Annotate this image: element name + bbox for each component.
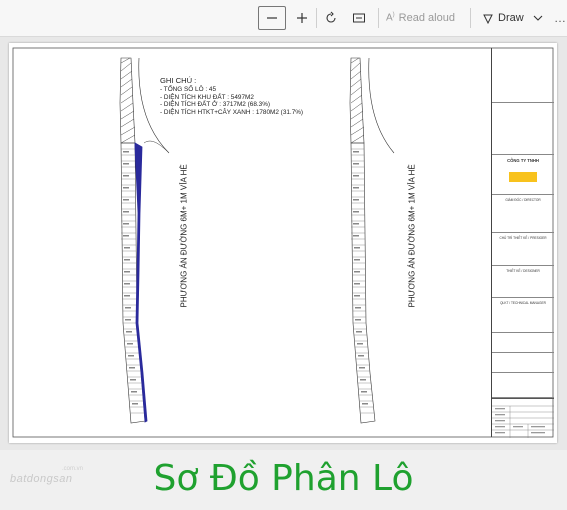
- right-lot-strip: [350, 142, 376, 424]
- drawing-sheet: GHI CHÚ : - TỔNG SỐ LÔ : 45 - DIỆN TÍCH …: [9, 43, 557, 443]
- title-block-row: [492, 103, 554, 155]
- read-aloud-label: Read aloud: [398, 12, 455, 24]
- title-block-row: [492, 48, 554, 103]
- title-block-row: [492, 333, 554, 353]
- drawing-legend: [492, 398, 554, 438]
- minus-icon: [267, 17, 277, 19]
- title-block-row: [492, 353, 554, 373]
- caption-title: Sơ Đồ Phân Lô: [153, 458, 414, 499]
- rotate-icon: [326, 11, 336, 23]
- left-road-outline: [134, 142, 148, 423]
- title-block-row: [492, 233, 554, 266]
- chevron-down-icon: [533, 15, 543, 21]
- toolbar-divider: [378, 8, 379, 28]
- plus-icon: [297, 13, 307, 23]
- fit-page-icon: [353, 13, 365, 23]
- left-hatched-strip: [119, 57, 136, 144]
- document-viewport[interactable]: GHI CHÚ : - TỔNG SỐ LÔ : 45 - DIỆN TÍCH …: [0, 37, 567, 450]
- notes-line: - TỔNG SỐ LÔ : 45: [160, 85, 216, 93]
- read-aloud-button[interactable]: A) Read aloud: [386, 6, 462, 30]
- zoom-in-button[interactable]: [290, 6, 314, 30]
- title-block-row: [492, 373, 554, 398]
- title-block-row: [492, 195, 554, 233]
- title-block-row: [492, 266, 554, 298]
- title-block-row: [492, 298, 554, 333]
- draw-label: Draw: [498, 12, 524, 24]
- title-block: CÔNG TY TNHH GIÁM ĐỐC / DIRECTOR CHỦ TRÌ…: [491, 48, 554, 438]
- fit-page-button[interactable]: [348, 6, 370, 30]
- draw-pen-icon: [483, 14, 493, 24]
- pdf-toolbar: A) Read aloud Draw …: [0, 0, 567, 37]
- draw-options-button[interactable]: [532, 6, 544, 30]
- notes-line: - DIỆN TÍCH HTKT+CÂY XANH : 1780M2 (31.7…: [160, 109, 304, 117]
- more-options-button[interactable]: …: [553, 6, 567, 30]
- right-hatched-strip: [349, 57, 365, 144]
- road-label-right: PHƯƠNG ÁN ĐƯỜNG 6M+ 1M VỈA HÈ: [407, 164, 417, 308]
- rotate-button[interactable]: [320, 6, 342, 30]
- toolbar-divider: [316, 8, 317, 28]
- plan-notes: GHI CHÚ : - TỔNG SỐ LÔ : 45 - DIỆN TÍCH …: [160, 77, 303, 117]
- read-aloud-icon: A): [386, 12, 395, 24]
- zoom-out-button[interactable]: [258, 6, 286, 30]
- notes-title: GHI CHÚ :: [160, 76, 197, 85]
- toolbar-divider: [470, 8, 471, 28]
- road-label-left: PHƯƠNG ÁN ĐƯỜNG 6M+ 1M VỈA HÈ: [179, 164, 189, 308]
- title-block-row: [492, 155, 554, 195]
